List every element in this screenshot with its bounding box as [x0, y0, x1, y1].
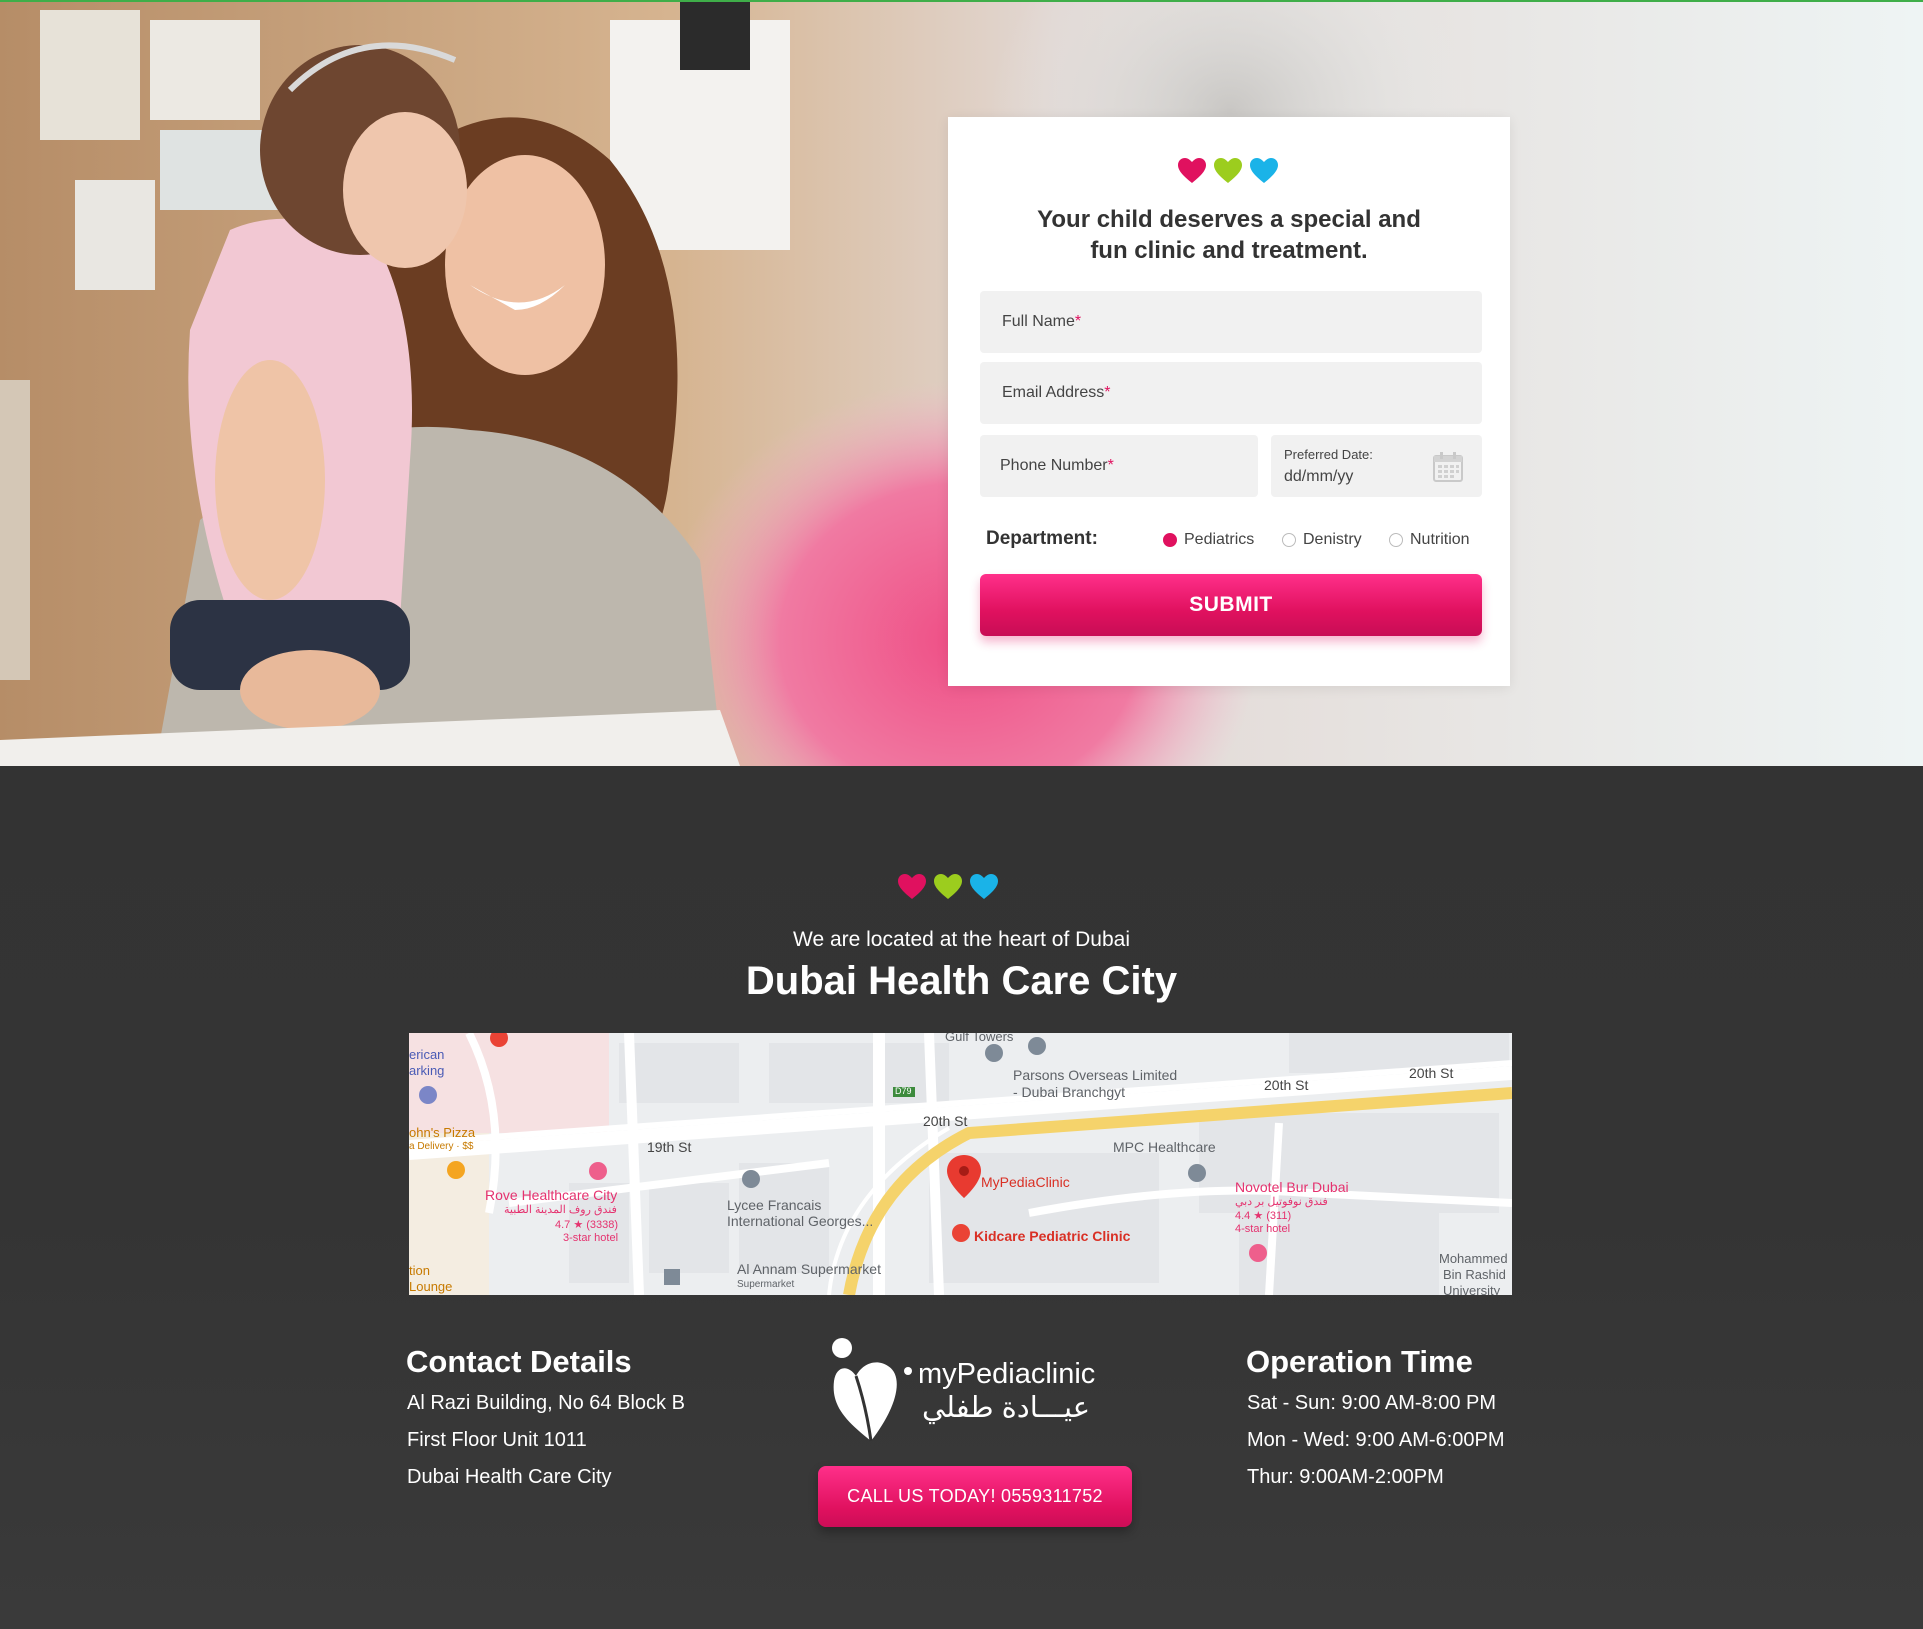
hero-section: Your child deserves a special and fun cl… — [0, 0, 1923, 766]
form-title: Your child deserves a special and fun cl… — [968, 204, 1490, 266]
radio-label: Denistry — [1303, 531, 1362, 548]
clinic-logo[interactable]: myPediaclinic عيـــادة طفلي — [826, 1336, 1096, 1446]
map-label: فندق روف المدينة الطبية — [504, 1204, 617, 1216]
map-label: فندق نوفوتيل بر دبي — [1235, 1196, 1328, 1208]
map-label: 20th St — [1264, 1077, 1309, 1093]
calendar-icon[interactable] — [1432, 451, 1464, 483]
email-placeholder: Email Address* — [1002, 384, 1111, 401]
map-label: Rove Healthcare City — [485, 1187, 618, 1203]
submit-button[interactable]: SUBMIT — [980, 574, 1482, 636]
department-label: Department: — [986, 528, 1098, 549]
map-label: erican — [409, 1047, 445, 1062]
map-label: ohn's Pizza — [409, 1125, 476, 1140]
map-label: MyPediaClinic — [981, 1174, 1070, 1190]
hours-heading: Operation Time — [1246, 1344, 1473, 1379]
contact-line: First Floor Unit 1011 — [407, 1429, 587, 1451]
form-title-line2: fun clinic and treatment. — [1090, 237, 1368, 264]
hearts-decoration — [898, 874, 998, 900]
full-name-placeholder: Full Name* — [1002, 313, 1082, 330]
map-label: Gulf Towers — [945, 1033, 1014, 1044]
map-label: Mohammed — [1439, 1251, 1508, 1266]
contact-line: Al Razi Building, No 64 Block B — [407, 1392, 685, 1414]
radio-nutrition[interactable]: Nutrition — [1389, 531, 1470, 549]
required-mark: * — [1107, 457, 1114, 474]
map-label: MPC Healthcare — [1113, 1139, 1216, 1155]
green-heart-icon — [1214, 158, 1242, 183]
radio-dot-selected[interactable] — [1163, 533, 1177, 547]
map-label: Bin Rashid — [1443, 1267, 1506, 1282]
call-us-button[interactable]: CALL US TODAY! 0559311752 — [818, 1466, 1132, 1527]
blue-heart-icon — [970, 874, 998, 899]
appointment-form: Your child deserves a special and fun cl… — [948, 117, 1510, 686]
location-subtitle: We are located at the heart of Dubai — [793, 928, 1130, 951]
map-label: Supermarket — [737, 1279, 795, 1290]
email-field[interactable]: Email Address* — [980, 362, 1482, 424]
map-label: arking — [409, 1063, 445, 1078]
location-title: Dubai Health Care City — [745, 959, 1178, 1003]
map-background — [409, 1033, 1512, 1295]
radio-label: Pediatrics — [1184, 531, 1255, 548]
pink-heart-icon — [898, 874, 926, 899]
green-heart-icon — [934, 874, 962, 899]
radio-dot[interactable] — [1389, 533, 1403, 547]
map-label: Novotel Bur Dubai — [1235, 1179, 1349, 1195]
radio-dentistry[interactable]: Denistry — [1282, 531, 1362, 549]
blue-heart-icon — [1250, 158, 1278, 183]
phone-placeholder: Phone Number* — [1000, 457, 1114, 474]
map-label: Parsons Overseas Limited — [1013, 1067, 1178, 1083]
phone-field[interactable]: Phone Number* — [980, 435, 1258, 497]
map-label: Lounge — [409, 1279, 453, 1294]
logo-name-ar: عيـــادة طفلي — [922, 1392, 1091, 1424]
map-label: 20th St — [1409, 1065, 1454, 1081]
radio-pediatrics[interactable]: Pediatrics — [1163, 531, 1254, 549]
map-label: - Dubai Branchgyt — [1013, 1084, 1126, 1100]
hours-line: Mon - Wed: 9:00 AM-6:00PM — [1247, 1429, 1505, 1451]
map-label: 3-star hotel — [563, 1232, 619, 1244]
map-label: Al Annam Supermarket — [737, 1261, 881, 1277]
map-label: 4.7 ★ (3338) — [555, 1219, 619, 1231]
map-label: tion — [409, 1263, 430, 1278]
preferred-date-label: Preferred Date: — [1284, 447, 1373, 462]
map-label: 20th St — [923, 1113, 968, 1129]
location-section: We are located at the heart of Dubai Dub… — [0, 766, 1923, 1629]
logo-name-en: myPediaclinic — [918, 1358, 1096, 1390]
pink-heart-icon — [1178, 158, 1206, 183]
required-mark: * — [1104, 384, 1111, 401]
hearts-decoration — [1178, 158, 1278, 184]
radio-dot[interactable] — [1282, 533, 1296, 547]
full-name-field[interactable]: Full Name* — [980, 291, 1482, 353]
map-label: University — [1443, 1283, 1501, 1295]
contact-line: Dubai Health Care City — [407, 1466, 612, 1488]
contact-heading: Contact Details — [406, 1344, 632, 1379]
map-label: 19th St — [647, 1139, 692, 1155]
radio-label: Nutrition — [1410, 531, 1470, 548]
preferred-date-placeholder: dd/mm/yy — [1284, 468, 1354, 485]
preferred-date-field[interactable]: Preferred Date: dd/mm/yy — [1271, 435, 1482, 497]
location-map[interactable]: Gulf Towers Parsons Overseas Limited - D… — [409, 1033, 1512, 1295]
map-label: Lycee Francais — [727, 1197, 822, 1213]
map-label: 4.4 ★ (311) — [1235, 1210, 1292, 1222]
map-label: 4-star hotel — [1235, 1223, 1291, 1235]
map-label: Kidcare Pediatric Clinic — [974, 1228, 1131, 1244]
map-label: International Georges... — [727, 1213, 874, 1229]
form-title-line1: Your child deserves a special and — [1037, 206, 1421, 233]
map-label: D79 — [895, 1086, 912, 1096]
top-accent-line — [0, 0, 1923, 2]
required-mark: * — [1074, 313, 1082, 330]
hours-line: Thur: 9:00AM-2:00PM — [1247, 1466, 1444, 1488]
map-label: a Delivery · $$ — [409, 1141, 474, 1152]
heart-logo-icon — [832, 1338, 912, 1442]
hours-line: Sat - Sun: 9:00 AM-8:00 PM — [1247, 1392, 1497, 1414]
